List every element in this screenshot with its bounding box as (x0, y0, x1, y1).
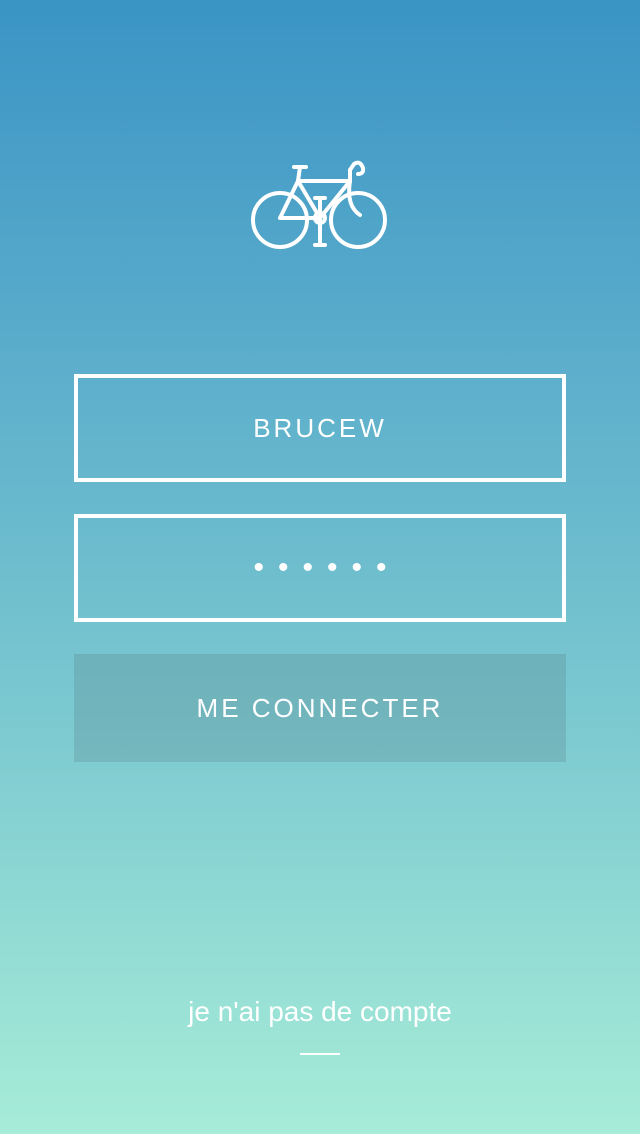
no-account-link[interactable]: je n'ai pas de compte (0, 996, 640, 1028)
username-input[interactable] (78, 378, 562, 478)
bicycle-logo (250, 160, 390, 252)
password-field[interactable] (74, 514, 566, 622)
username-field[interactable] (74, 374, 566, 482)
link-underline (300, 1053, 340, 1055)
password-input[interactable] (78, 518, 562, 618)
bicycle-icon (250, 160, 390, 252)
login-button[interactable]: ME CONNECTER (74, 654, 566, 762)
